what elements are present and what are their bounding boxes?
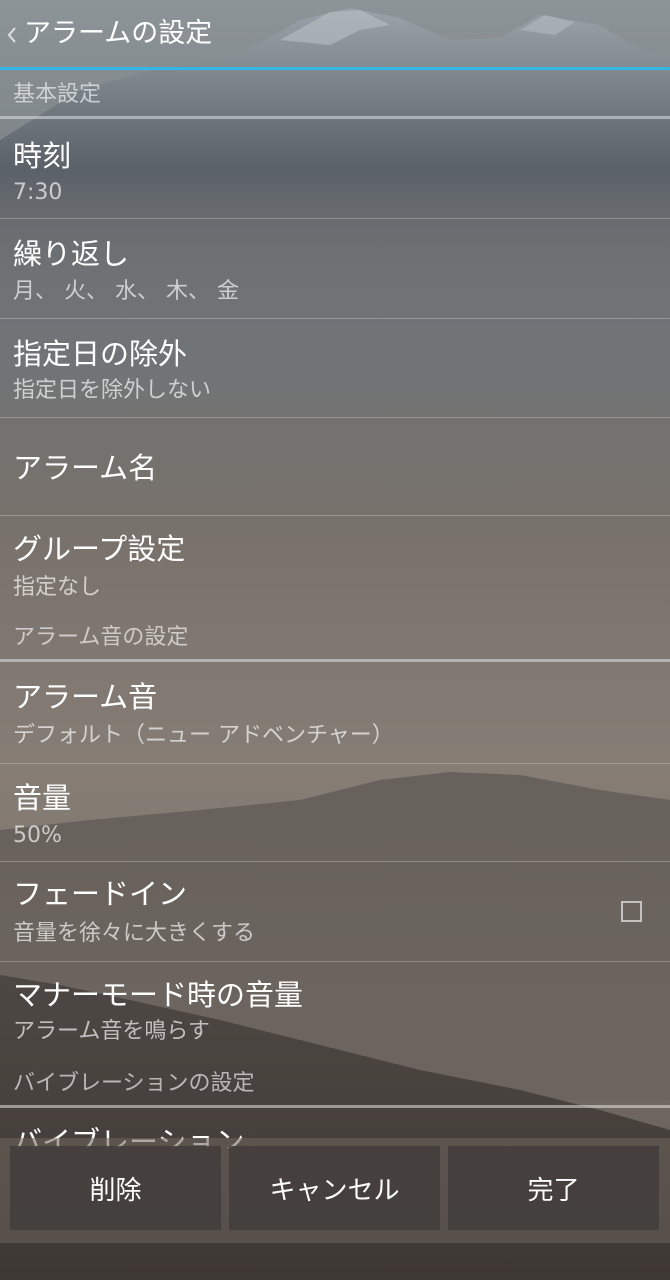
setting-repeat[interactable]: 繰り返し 月、 火、 水、 木、 金 (0, 219, 670, 319)
setting-title: 音量 (13, 781, 72, 815)
section-header-vibration: バイブレーションの設定 (0, 1062, 670, 1108)
back-button[interactable]: アラームの設定 (0, 0, 232, 70)
setting-value: 指定日を除外しない (13, 378, 212, 403)
section-label: バイブレーションの設定 (13, 1071, 255, 1096)
setting-value: デフォルト（ニュー アドベンチャー） (13, 723, 394, 748)
setting-fade-in[interactable]: フェードイン 音量を徐々に大きくする (0, 862, 670, 962)
setting-title: アラーム名 (13, 451, 158, 485)
setting-value: 7:30 (13, 180, 63, 205)
setting-title: マナーモード時の音量 (13, 978, 304, 1012)
setting-value: 50% (13, 823, 62, 848)
chevron-left-icon (0, 0, 24, 70)
setting-group[interactable]: グループ設定 指定なし (0, 516, 670, 614)
setting-alarm-sound[interactable]: アラーム音 デフォルト（ニュー アドベンチャー） (0, 662, 670, 764)
cancel-button[interactable]: キャンセル (229, 1146, 440, 1230)
setting-value: 指定なし (13, 575, 102, 600)
setting-value: 月、 火、 水、 木、 金 (13, 279, 239, 304)
delete-button[interactable]: 削除 (10, 1146, 221, 1230)
setting-title: 繰り返し (13, 237, 130, 271)
fade-in-checkbox[interactable] (621, 901, 642, 922)
setting-alarm-name[interactable]: アラーム名 (0, 418, 670, 516)
page-title: アラームの設定 (24, 17, 213, 49)
section-label: 基本設定 (13, 82, 102, 107)
section-header-sound: アラーム音の設定 (0, 616, 670, 662)
section-header-basic: 基本設定 (0, 73, 670, 119)
setting-value: 音量を徐々に大きくする (13, 921, 256, 946)
setting-time[interactable]: 時刻 7:30 (0, 119, 670, 219)
setting-manner-mode-volume[interactable]: マナーモード時の音量 アラーム音を鳴らす (0, 962, 670, 1062)
setting-volume[interactable]: 音量 50% (0, 764, 670, 862)
setting-title: 指定日の除外 (13, 337, 188, 371)
setting-title: グループ設定 (13, 532, 186, 566)
action-bar: アラームの設定 (0, 0, 670, 70)
setting-exclude-days[interactable]: 指定日の除外 指定日を除外しない (0, 319, 670, 418)
setting-title: アラーム音 (13, 680, 158, 714)
done-button[interactable]: 完了 (448, 1146, 659, 1230)
section-label: アラーム音の設定 (13, 625, 189, 650)
bottom-button-bar: 削除 キャンセル 完了 (0, 1138, 670, 1243)
setting-title: フェードイン (13, 877, 188, 911)
setting-title: 時刻 (13, 139, 72, 173)
setting-value: アラーム音を鳴らす (13, 1019, 210, 1044)
